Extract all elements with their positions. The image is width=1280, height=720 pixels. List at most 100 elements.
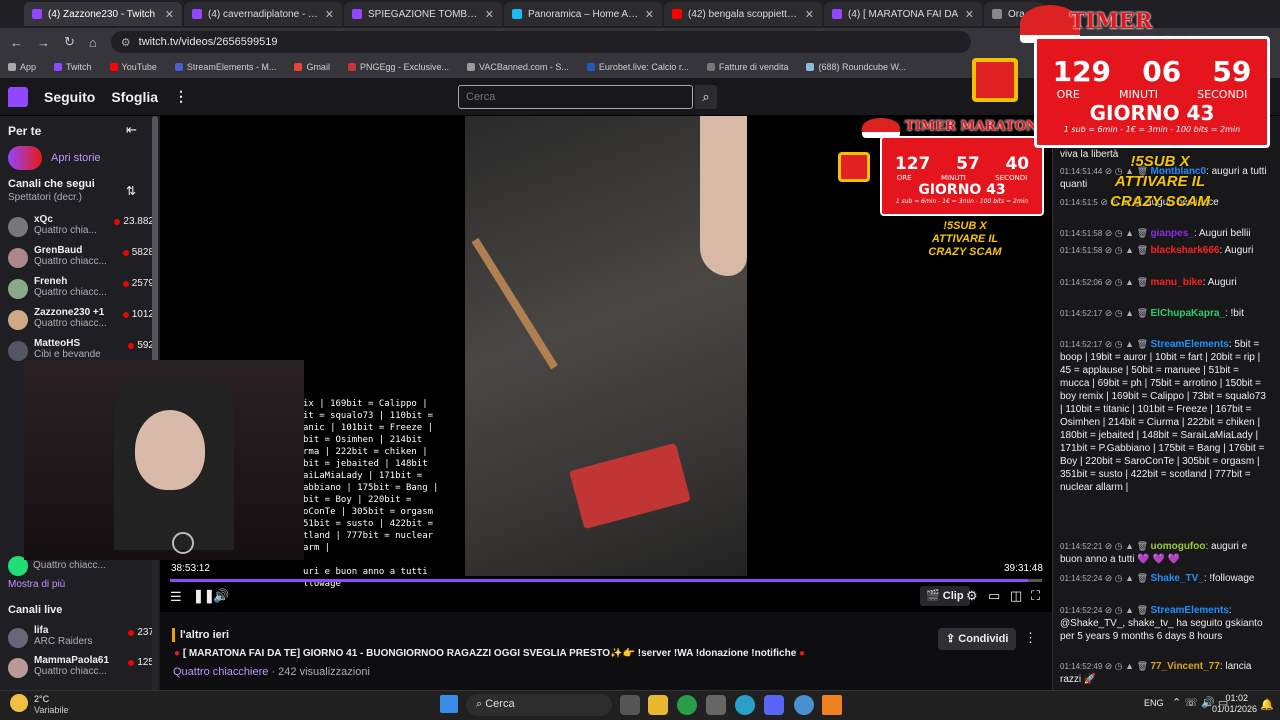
moderation-icons[interactable]: ⊘ ◷ ▲ 🗑 [1102, 245, 1150, 255]
roundcube-icon [806, 63, 815, 71]
moderation-icons[interactable]: ⊘ ◷ ▲ 🗑 [1102, 541, 1150, 551]
home-icon[interactable]: ⌂ [89, 35, 97, 50]
more-menu-icon[interactable]: ⋮ [174, 88, 188, 105]
bookmark-item[interactable]: Gmail [294, 62, 330, 72]
moderation-icons[interactable]: ⊘ ◷ ▲ 🗑 [1102, 605, 1150, 615]
open-stories-link[interactable]: Apri storie [51, 152, 101, 164]
chat-username[interactable]: uomogufoo [1151, 541, 1206, 552]
moderation-icons[interactable]: ⊘ ◷ ▲ 🗑 [1102, 277, 1150, 287]
video-title: [ MARATONA FAI DA TE] GIORNO 41 - BUONGI… [182, 648, 797, 659]
channel-category: Quattro chiacc... [34, 256, 107, 267]
category-link[interactable]: Quattro chiacchiere [173, 666, 268, 678]
browser-tab[interactable]: (42) bengala scoppiettante - Yo ✕ [664, 2, 822, 26]
bookmark-item[interactable]: PNGEgg - Exclusive... [347, 62, 449, 72]
picture-in-picture-icon[interactable]: ◫ [1010, 588, 1022, 604]
close-icon[interactable]: ✕ [325, 8, 334, 21]
sidebar-channel[interactable]: Freneh Quattro chiacc... 2579 [8, 276, 154, 306]
moderation-icons[interactable]: ⊘ ◷ ▲ 🗑 [1102, 573, 1150, 583]
task-view-icon[interactable] [620, 695, 640, 715]
stories-avatar[interactable] [8, 146, 42, 170]
close-icon[interactable]: ✕ [645, 8, 654, 21]
bookmark-item[interactable]: StreamElements - M... [174, 62, 276, 72]
show-more-link[interactable]: Mostra di più [8, 579, 65, 590]
chat-username[interactable]: blackshark666 [1151, 245, 1220, 256]
date-accent-bar [172, 628, 175, 642]
chat-username[interactable]: gianpes_ [1151, 228, 1194, 239]
vlc-icon[interactable] [822, 695, 842, 715]
collapse-sidebar-icon[interactable]: ⇤ [126, 122, 137, 138]
sidebar-channel[interactable]: xQc Quattro chia... 23.882 [8, 214, 154, 244]
sidebar-channel[interactable]: Zazzone230 +1 Quattro chiacc... 1012 [8, 307, 154, 337]
clip-icon: 🎬 [926, 590, 943, 602]
sidebar-channel[interactable]: GrenBaud Quattro chiacc... 5828 [8, 245, 154, 275]
red-dot-icon: ● [174, 648, 183, 659]
browser-tab[interactable]: SPIEGAZIONE TOMBOLA - Twitch ✕ [344, 2, 502, 26]
fullscreen-icon[interactable]: ⛶ [1031, 588, 1040, 604]
clip-button[interactable]: 🎬 Clip [920, 586, 970, 606]
weather-icon[interactable] [10, 694, 28, 712]
chapters-icon[interactable]: ☰ [170, 589, 182, 605]
close-icon[interactable]: ✕ [805, 8, 814, 21]
reload-icon[interactable]: ↻ [64, 34, 75, 50]
avatar [8, 217, 28, 237]
browser-tab[interactable]: Panoramica – Home Assistant ✕ [504, 2, 662, 26]
file-explorer-icon[interactable] [648, 695, 668, 715]
chat-username[interactable]: StreamElements [1151, 605, 1229, 616]
sort-icon[interactable]: ⇅ [126, 184, 136, 198]
language-indicator[interactable]: ENG [1144, 698, 1164, 708]
settings-gear-icon[interactable]: ⚙ [966, 588, 978, 604]
share-button[interactable]: ⇪ Condividi [938, 628, 1017, 650]
twitch-logo-icon[interactable] [8, 86, 28, 107]
more-options-icon[interactable]: ⋮ [1024, 630, 1037, 646]
player-controls: ☰ ❚❚ 🔊 🎬 Clip ⚙ ▭ ◫ ⛶ [160, 580, 1052, 612]
search-button[interactable]: ⌕ [695, 85, 717, 109]
windows-start-icon[interactable] [440, 695, 458, 713]
bookmark-item[interactable]: Twitch [54, 62, 92, 72]
edge-icon[interactable] [735, 695, 755, 715]
sidebar-channel[interactable]: MammaPaola61 Quattro chiacc... 125 [8, 655, 154, 685]
close-icon[interactable]: ✕ [165, 8, 174, 21]
url-text: twitch.tv/videos/2656599519 [138, 36, 278, 48]
browser-tab[interactable]: (4) Zazzone230 - Twitch ✕ [24, 2, 182, 26]
bookmark-item[interactable]: App [8, 62, 36, 72]
close-icon[interactable]: ✕ [485, 8, 494, 21]
browser-icon[interactable] [794, 695, 814, 715]
search-input[interactable] [458, 85, 693, 109]
moderation-icons[interactable]: ⊘ ◷ ▲ 🗑 [1102, 339, 1150, 349]
chat-username[interactable]: manu_bike [1151, 277, 1203, 288]
volume-icon[interactable]: 🔊 [213, 588, 229, 604]
forward-arrow-icon[interactable]: → [37, 35, 50, 50]
theater-mode-icon[interactable]: ▭ [988, 588, 1000, 604]
discord-icon[interactable] [764, 695, 784, 715]
bookmark-item[interactable]: VACBanned.com - S... [466, 62, 569, 72]
chat-text: : Auguri [1219, 245, 1254, 256]
url-field[interactable]: ⚙ twitch.tv/videos/2656599519 [110, 31, 971, 53]
chat-username[interactable]: ElChupaKapra_ [1151, 308, 1225, 319]
app-icon[interactable] [706, 695, 726, 715]
bookmark-item[interactable]: Fatture di vendita [706, 62, 788, 72]
moderation-icons[interactable]: ⊘ ◷ ▲ 🗑 [1102, 308, 1150, 318]
site-info-icon[interactable]: ⚙ [121, 36, 131, 49]
weather-widget[interactable]: 2°C Variabile [34, 694, 68, 716]
bookmark-item[interactable]: YouTube [109, 62, 157, 72]
sidebar-channel[interactable]: lifa ARC Raiders 237 [8, 625, 154, 655]
taskbar-search[interactable]: ⌕ Cerca [466, 694, 612, 716]
browser-tab[interactable]: (4) cavernadiplatone - Twitch ✕ [184, 2, 342, 26]
notification-bell-icon[interactable]: 🔔 [1260, 698, 1274, 711]
chat-message: 01:14:52:17 ⊘ ◷ ▲ 🗑 ElChupaKapra_: !bit [1060, 307, 1270, 320]
chrome-icon[interactable] [677, 695, 697, 715]
clock[interactable]: 01:02 01/01/2026 [1212, 693, 1257, 715]
browser-tab[interactable]: (4) [ MARATONA FAI DA ✕ [824, 2, 982, 26]
moderation-icons[interactable]: ⊘ ◷ ▲ 🗑 [1102, 661, 1150, 671]
nav-browse[interactable]: Sfoglia [111, 89, 158, 105]
bookmark-item[interactable]: (688) Roundcube W... [806, 62, 906, 72]
chat-username[interactable]: Shake_TV_ [1151, 573, 1204, 584]
pause-icon[interactable]: ❚❚ [193, 588, 215, 604]
chat-username[interactable]: StreamElements [1151, 339, 1229, 350]
chat-username[interactable]: 77_Vincent_77 [1151, 661, 1220, 672]
nav-following[interactable]: Seguito [44, 89, 95, 105]
back-arrow-icon[interactable]: ← [10, 35, 23, 50]
moderation-icons[interactable]: ⊘ ◷ ▲ 🗑 [1102, 228, 1150, 238]
bookmark-item[interactable]: Eurobet.live: Calcio r... [586, 62, 689, 72]
close-icon[interactable]: ✕ [965, 8, 974, 21]
